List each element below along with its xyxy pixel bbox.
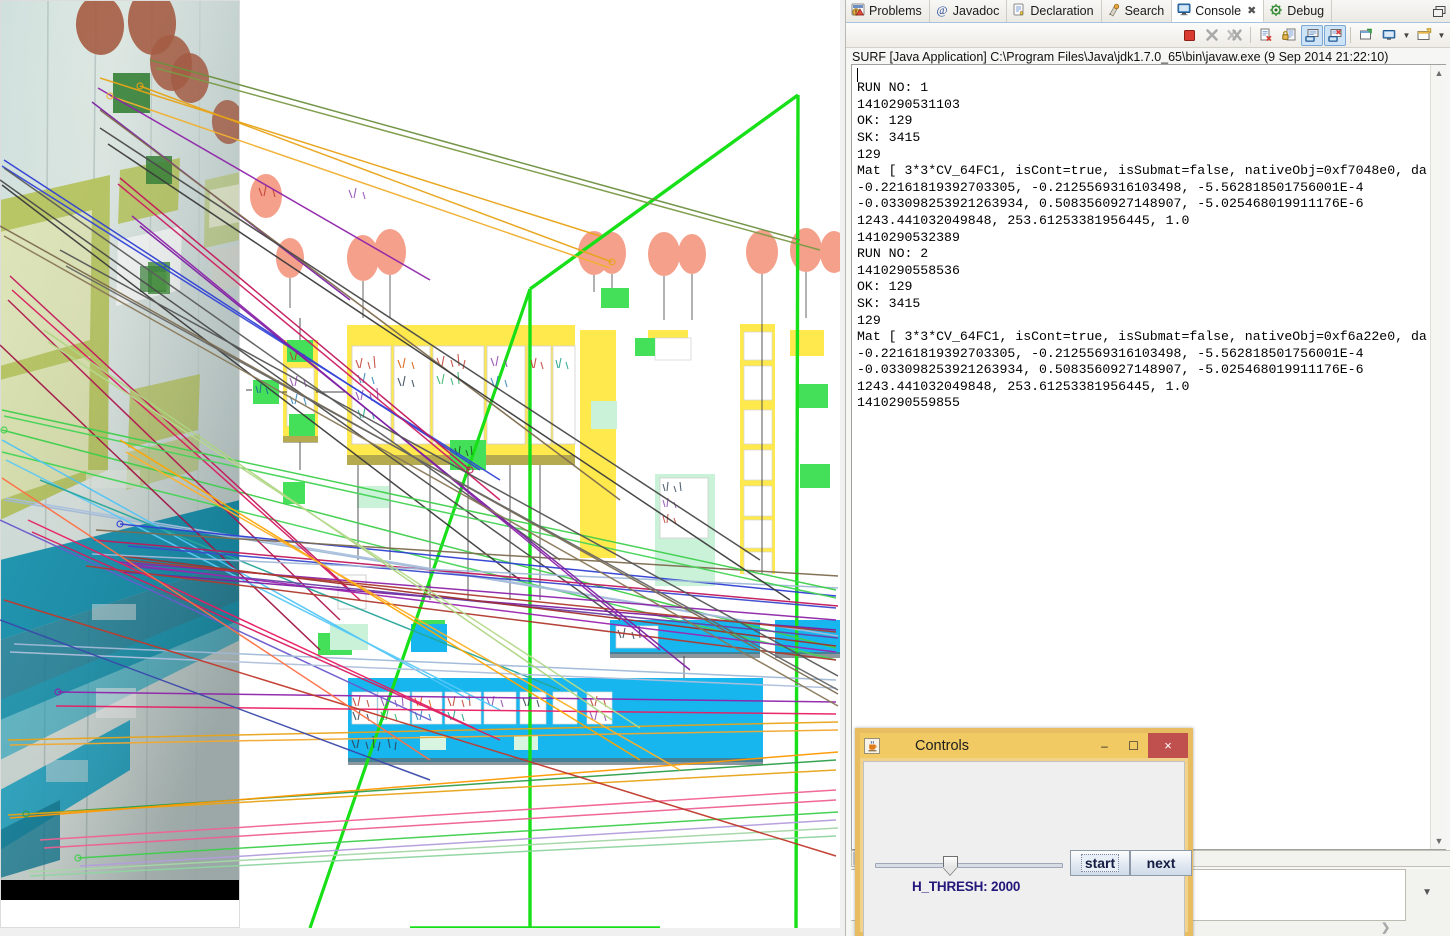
tab-search[interactable]: Search — [1102, 0, 1173, 22]
match-image-window — [0, 0, 845, 936]
console-vertical-scrollbar[interactable]: ▲ ▼ — [1430, 65, 1446, 849]
tab-label-problems: Problems — [869, 4, 922, 18]
tab-javadoc[interactable]: @ Javadoc — [930, 0, 1008, 22]
lower-scroll-right-icon[interactable]: ❯ — [1381, 921, 1390, 934]
minimize-button[interactable]: – — [1090, 733, 1119, 758]
console-icon — [1177, 2, 1191, 19]
tab-console[interactable]: Console ✖ — [1172, 0, 1265, 22]
controls-client-area: H_THRESH: 2000 start next — [860, 758, 1192, 936]
show-console-on-output-button[interactable] — [1301, 24, 1323, 46]
maximize-button[interactable]: ☐ — [1119, 733, 1148, 758]
h-thresh-label: H_THRESH: 2000 — [912, 879, 1021, 894]
problems-icon — [851, 3, 865, 20]
slider-thumb[interactable] — [943, 856, 958, 875]
tab-label-declaration: Declaration — [1030, 4, 1094, 18]
surf-match-svg — [0, 0, 840, 928]
scroll-lock-button[interactable] — [1278, 25, 1300, 46]
start-button[interactable]: start — [1070, 850, 1130, 876]
toolbar-separator-2 — [1350, 27, 1351, 43]
terminate-button[interactable] — [1178, 25, 1200, 46]
console-output-text: RUN NO: 1 1410290531103 OK: 129 SK: 3415… — [857, 80, 1427, 411]
surf-application-screenshot: Problems @ Javadoc Declaration Search Co… — [0, 0, 1450, 936]
controls-dialog-window[interactable]: Controls – ☐ × H_THRESH: 2000 start next — [855, 728, 1193, 936]
display-selected-console-button[interactable] — [1378, 25, 1400, 46]
controls-window-title: Controls — [915, 737, 969, 754]
h-thresh-slider[interactable] — [875, 854, 1063, 875]
next-button[interactable]: next — [1130, 850, 1192, 876]
controls-title-bar[interactable]: Controls – ☐ × — [860, 733, 1188, 758]
declaration-icon — [1012, 3, 1026, 20]
svg-text:@: @ — [936, 3, 947, 17]
scroll-down-arrow-icon[interactable]: ▼ — [1431, 833, 1446, 849]
close-button[interactable]: × — [1148, 733, 1188, 758]
remove-launch-button[interactable] — [1201, 25, 1223, 46]
controls-panel: H_THRESH: 2000 start next — [863, 761, 1192, 936]
open-console-button[interactable] — [1413, 25, 1435, 46]
tabstrip-spacer — [1332, 0, 1428, 22]
show-console-on-error-button[interactable] — [1324, 24, 1346, 46]
match-image-canvas[interactable] — [0, 0, 840, 928]
tab-label-debug: Debug — [1287, 4, 1325, 18]
scroll-up-arrow-icon[interactable]: ▲ — [1431, 65, 1446, 81]
photo-half — [0, 0, 240, 900]
slider-track[interactable] — [875, 863, 1063, 868]
pin-console-button[interactable] — [1355, 25, 1377, 46]
tab-debug[interactable]: Debug — [1264, 0, 1333, 22]
clear-console-button[interactable] — [1255, 25, 1277, 46]
remove-all-terminated-button[interactable] — [1224, 25, 1246, 46]
javadoc-icon: @ — [935, 3, 949, 20]
tab-problems[interactable]: Problems — [846, 0, 930, 22]
tab-label-search: Search — [1124, 4, 1165, 18]
debug-icon — [1269, 3, 1283, 20]
java-coffee-cup-icon — [864, 737, 880, 754]
lower-scroll-down-icon[interactable]: ▼ — [1422, 887, 1432, 898]
close-icon[interactable]: ✖ — [1247, 4, 1256, 17]
tab-label-console: Console — [1195, 3, 1242, 18]
console-toolbar: ▼ ▼ — [846, 23, 1450, 48]
next-button-label: next — [1146, 855, 1176, 871]
tab-declaration[interactable]: Declaration — [1007, 0, 1102, 22]
start-button-label: start — [1080, 854, 1120, 872]
display-console-dropdown-arrow[interactable]: ▼ — [1401, 25, 1412, 46]
tab-label-javadoc: Javadoc — [952, 4, 1000, 18]
toolbar-separator-1 — [1250, 27, 1251, 43]
view-tab-strip: Problems @ Javadoc Declaration Search Co… — [846, 0, 1450, 23]
open-console-dropdown-arrow[interactable]: ▼ — [1436, 25, 1447, 46]
restore-view-icon[interactable] — [1428, 0, 1450, 22]
search-icon — [1107, 3, 1121, 20]
